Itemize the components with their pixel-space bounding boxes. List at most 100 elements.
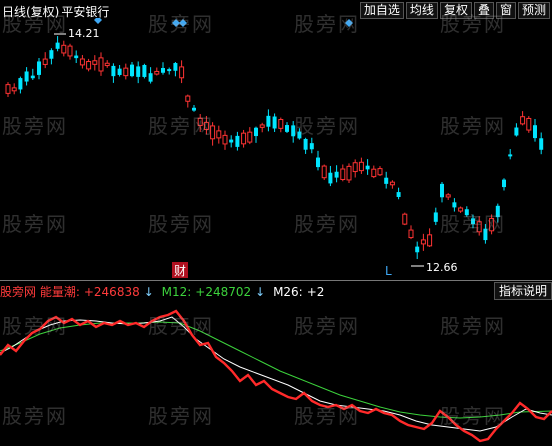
- candle-body: [136, 66, 141, 77]
- candle-body: [5, 84, 11, 94]
- candle-body: [384, 177, 389, 184]
- candle-body: [415, 246, 420, 253]
- candle-body: [514, 127, 519, 136]
- candle-body: [285, 125, 289, 132]
- candle-body: [358, 161, 364, 172]
- candle-body: [427, 234, 433, 247]
- watermark: 股旁网: [440, 212, 506, 236]
- candle-body: [130, 64, 134, 77]
- stock-name: 平安银行: [61, 5, 110, 19]
- candle-body: [316, 157, 320, 168]
- candle-body: [167, 69, 172, 72]
- indicator-legend: 股旁网 能量潮: +246838 ↓ M12: +248702 ↓ M26: +2: [0, 283, 328, 301]
- candle-body: [11, 87, 17, 92]
- candle-body: [229, 139, 234, 143]
- candle-body: [526, 117, 532, 131]
- candle-body: [148, 73, 153, 82]
- watermark: 股旁网: [294, 12, 360, 36]
- watermark: 股旁网: [2, 12, 68, 36]
- candle-body: [340, 168, 346, 181]
- candle-body: [309, 143, 314, 150]
- watermark: 股旁网: [148, 314, 214, 338]
- low-price-label: 12.66: [426, 261, 458, 274]
- candle-body: [254, 127, 258, 137]
- low-marker-letter: L: [385, 264, 392, 278]
- candle-body: [371, 168, 377, 178]
- candle-body: [278, 119, 284, 129]
- candle-body: [328, 172, 333, 184]
- down-arrow-icon: ↓: [255, 285, 266, 299]
- candle-body: [346, 165, 352, 181]
- event-diamond-icon[interactable]: [94, 18, 102, 24]
- m26-label: M26:: [273, 285, 303, 299]
- candle-body: [539, 138, 544, 150]
- candle-body: [24, 71, 29, 82]
- high-price-label: 14.21: [68, 27, 100, 40]
- candle-body: [402, 213, 408, 225]
- candle-body: [173, 63, 178, 71]
- candle-body: [104, 62, 110, 67]
- candle-body: [92, 60, 98, 65]
- candle-body: [247, 131, 253, 143]
- candle-body: [452, 202, 457, 208]
- candle-body: [55, 42, 60, 49]
- indicator-help-button[interactable]: 指标说明: [493, 282, 552, 300]
- watermark: 股旁网: [2, 314, 68, 338]
- candle-body: [396, 192, 401, 197]
- candle-body: [235, 135, 240, 147]
- add-watchlist-button[interactable]: 加自选: [359, 2, 404, 19]
- candlestick-chart[interactable]: 14.21 12.66 L 财: [0, 18, 552, 280]
- candle-body: [352, 162, 358, 173]
- candle-body: [179, 66, 185, 79]
- moving-average-button[interactable]: 均线: [405, 2, 438, 19]
- candle-body: [123, 67, 129, 77]
- candle-body: [30, 75, 35, 79]
- candle-body: [272, 116, 277, 129]
- forecast-button[interactable]: 预测: [517, 2, 550, 19]
- indicator-name: 股旁网 能量潮:: [0, 285, 80, 299]
- candle-body: [18, 78, 23, 90]
- watermark: 股旁网: [294, 114, 360, 138]
- candle-body: [420, 239, 426, 245]
- low-price-marker: 12.66 L: [385, 261, 458, 278]
- candle-body: [433, 212, 438, 222]
- candle-body: [86, 61, 92, 70]
- candle-body: [67, 45, 73, 57]
- candle-body: [49, 50, 54, 59]
- candle-body: [508, 154, 513, 157]
- panel-divider: [0, 280, 552, 281]
- candle-body: [440, 183, 444, 198]
- candle-body: [445, 194, 451, 198]
- candle-body: [259, 124, 265, 128]
- candle-body: [79, 58, 85, 66]
- watermark: 股旁网: [148, 114, 214, 138]
- candle-body: [185, 95, 191, 102]
- watermark: 股旁网: [440, 314, 506, 338]
- watermark: 股旁网: [440, 404, 506, 428]
- candle-body: [111, 65, 116, 77]
- candle-body: [42, 58, 48, 65]
- obv-value: +246838: [83, 285, 140, 299]
- watermark: 股旁网: [148, 12, 214, 36]
- candle-body: [37, 61, 41, 75]
- watermark: 股旁网: [2, 212, 68, 236]
- candle-body: [241, 132, 247, 145]
- candle-body: [216, 130, 222, 139]
- candle-body: [365, 165, 370, 170]
- watermark: 股旁网: [2, 404, 68, 428]
- down-arrow-icon: ↓: [143, 285, 154, 299]
- candle-body: [98, 57, 104, 72]
- candle-body: [520, 116, 526, 125]
- candle-body: [533, 125, 537, 139]
- finance-report-label: 财: [174, 264, 186, 278]
- finance-report-marker[interactable]: 财: [172, 262, 188, 278]
- watermark: 股旁网: [294, 212, 360, 236]
- candle-body: [154, 70, 160, 75]
- watermark: 股旁网: [294, 404, 360, 428]
- watermark: 股旁网: [148, 404, 214, 428]
- watermark: 股旁网: [440, 12, 506, 36]
- candle-body: [74, 55, 79, 59]
- candle-body: [303, 138, 308, 150]
- candle-body: [334, 171, 339, 178]
- m26-value: +2: [306, 285, 325, 299]
